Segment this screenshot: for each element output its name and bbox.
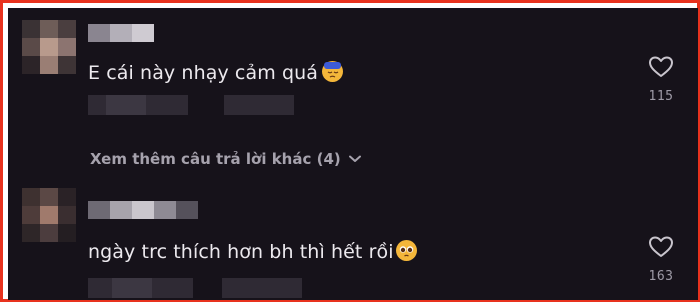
comment-text: ngày trc thích hơn bh thì hết rồi: [88, 240, 417, 263]
avatar[interactable]: [22, 188, 76, 242]
username-blurred[interactable]: [88, 24, 158, 42]
comment-text-content: ngày trc thích hơn bh thì hết rồi: [88, 241, 394, 263]
pleading-face-icon: [395, 240, 417, 261]
chevron-down-icon: [348, 149, 361, 167]
avatar[interactable]: [22, 20, 76, 74]
sleepy-face-icon: [322, 61, 344, 82]
heart-icon[interactable]: [648, 55, 674, 79]
comment-text-content: E cái này nhạy cảm quá: [88, 62, 319, 84]
view-more-replies-button[interactable]: Xem thêm câu trả lời khác (4): [90, 149, 361, 168]
comments-panel: E cái này nhạy cảm quá 115 Xem thêm câu …: [8, 8, 698, 300]
like-count: 115: [648, 89, 674, 104]
screenshot-frame: E cái này nhạy cảm quá 115 Xem thêm câu …: [0, 0, 700, 302]
like-button[interactable]: 115: [644, 55, 678, 104]
view-more-replies-label: Xem thêm câu trả lời khác (4): [90, 150, 341, 168]
username-blurred[interactable]: [88, 201, 198, 219]
like-button[interactable]: 163: [644, 235, 678, 284]
heart-icon[interactable]: [648, 235, 674, 259]
like-count: 163: [648, 269, 674, 284]
comment-text: E cái này nhạy cảm quá: [88, 61, 344, 84]
